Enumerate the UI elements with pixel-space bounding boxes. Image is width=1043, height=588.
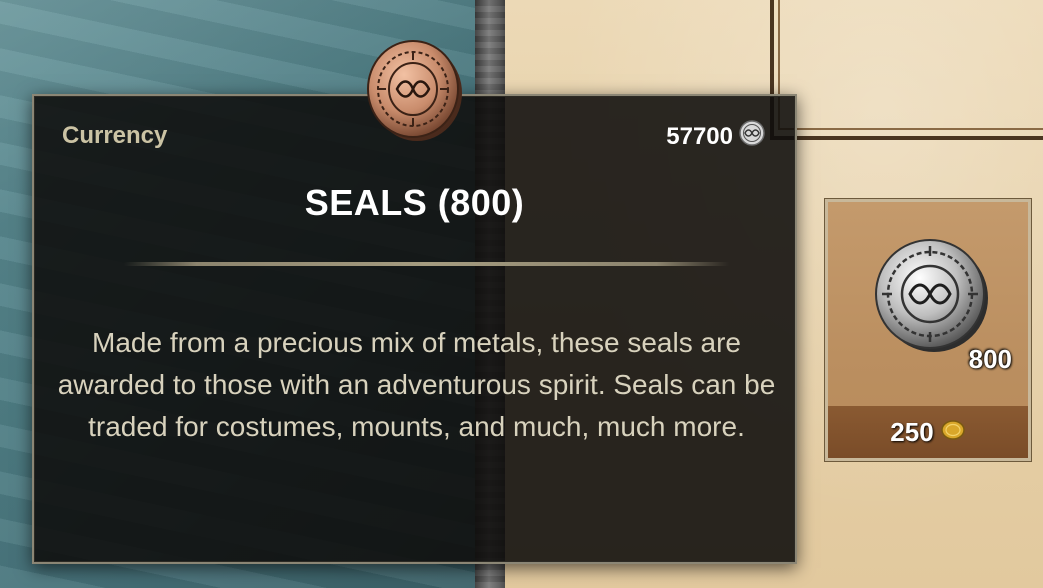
seal-coin-icon [366, 36, 464, 144]
seal-currency-icon [739, 120, 765, 153]
currency-balance-value: 57700 [666, 122, 733, 150]
tooltip-description: Made from a precious mix of metals, thes… [57, 327, 776, 442]
currency-balance: 57700 [666, 120, 765, 153]
item-quantity: 800 [968, 344, 1012, 374]
tooltip-title: SEALS (800) [304, 182, 525, 223]
price-bar: 250 [828, 406, 1028, 458]
store-item-card[interactable]: 800 250 [825, 199, 1031, 461]
seal-coin-icon [868, 232, 992, 356]
item-price: 250 [890, 416, 934, 447]
tooltip-category: Currency [62, 122, 168, 149]
parchment-border-horizontal [770, 136, 1043, 140]
item-tooltip: Currency 57700 SEALS (800) Made from a p… [32, 94, 797, 564]
gold-coin-icon [940, 419, 966, 446]
parchment-border-horizontal-inner [778, 128, 1043, 130]
tooltip-divider [124, 262, 729, 266]
